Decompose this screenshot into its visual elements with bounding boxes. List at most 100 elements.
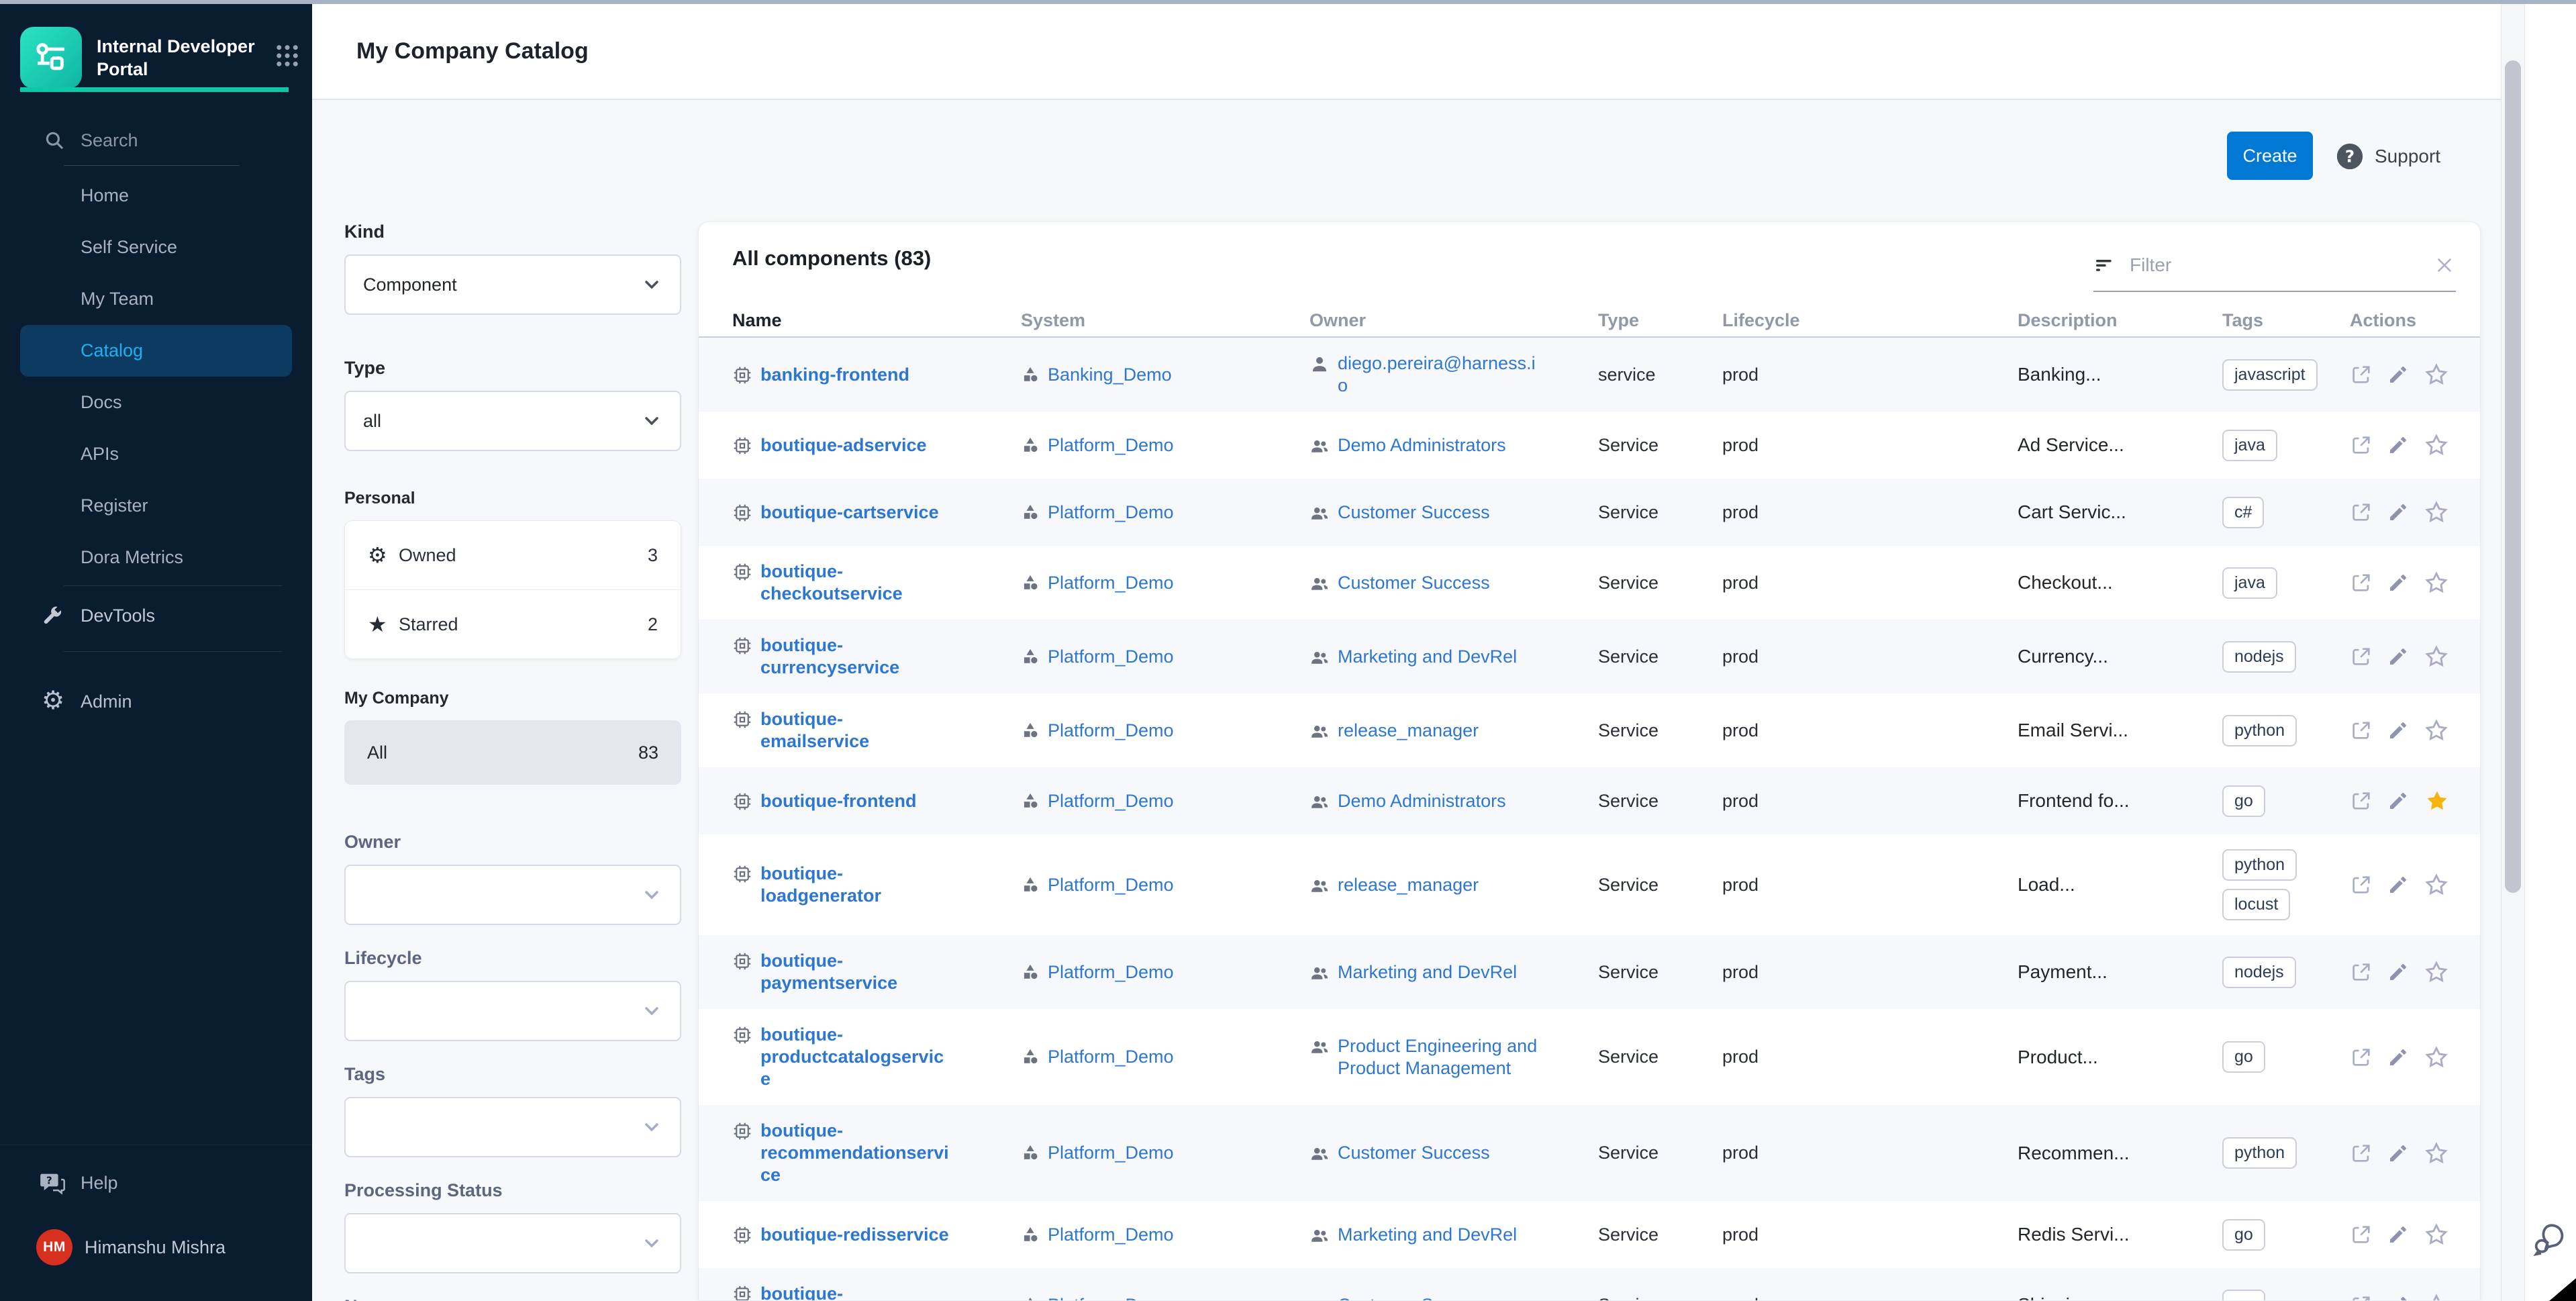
edit-pencil-icon[interactable]: [2387, 1224, 2409, 1245]
open-in-new-icon[interactable]: [2350, 1223, 2373, 1246]
app-logo[interactable]: [20, 27, 82, 89]
system-link[interactable]: Banking_Demo: [1048, 364, 1172, 386]
owner-select[interactable]: [344, 865, 681, 925]
column-header-actions[interactable]: Actions: [2350, 310, 2448, 331]
app-grid-icon[interactable]: [273, 42, 301, 70]
star-outline-icon[interactable]: [2424, 1045, 2449, 1070]
component-link[interactable]: boutique-productcatalogservice: [760, 1024, 952, 1090]
sidebar-item-catalog[interactable]: Catalog: [20, 325, 292, 377]
component-link[interactable]: boutique-redisservice: [760, 1224, 949, 1246]
edit-pencil-icon[interactable]: [2387, 720, 2409, 741]
owner-link[interactable]: release_manager: [1338, 874, 1479, 896]
open-in-new-icon[interactable]: [2350, 873, 2373, 896]
system-link[interactable]: Platform_Demo: [1048, 790, 1174, 812]
edit-pencil-icon[interactable]: [2387, 1047, 2409, 1068]
column-header-name[interactable]: Name: [732, 310, 1021, 331]
system-link[interactable]: Platform_Demo: [1048, 1142, 1174, 1164]
sidebar-item-my-team[interactable]: My Team: [0, 273, 312, 325]
open-in-new-icon[interactable]: [2350, 961, 2373, 983]
star-outline-icon[interactable]: [2424, 644, 2449, 669]
edit-pencil-icon[interactable]: [2387, 1294, 2409, 1301]
edit-pencil-icon[interactable]: [2387, 1143, 2409, 1164]
open-in-new-icon[interactable]: [2350, 789, 2373, 812]
open-in-new-icon[interactable]: [2350, 719, 2373, 742]
system-link[interactable]: Platform_Demo: [1048, 874, 1174, 896]
edit-pencil-icon[interactable]: [2387, 501, 2409, 523]
star-outline-icon[interactable]: [2424, 362, 2449, 387]
support-button[interactable]: ? Support: [2334, 141, 2440, 172]
system-link[interactable]: Platform_Demo: [1048, 434, 1174, 456]
owner-link[interactable]: Customer Success: [1338, 501, 1490, 524]
column-header-owner[interactable]: Owner: [1309, 310, 1598, 331]
owner-link[interactable]: release_manager: [1338, 720, 1479, 742]
star-outline-icon[interactable]: [2424, 718, 2449, 743]
sidebar-user[interactable]: HM Himanshu Mishra: [0, 1215, 312, 1280]
star-filled-icon[interactable]: [2424, 787, 2450, 814]
edit-pencil-icon[interactable]: [2387, 646, 2409, 667]
star-outline-icon[interactable]: [2424, 499, 2449, 525]
clear-filter-icon[interactable]: [2433, 254, 2456, 277]
processing-status-select[interactable]: [344, 1213, 681, 1273]
owner-link[interactable]: Product Engineering and Product Manageme…: [1338, 1035, 1539, 1079]
chat-bubbles-icon[interactable]: [2532, 1220, 2571, 1257]
owner-link[interactable]: diego.pereira@harness.io: [1338, 352, 1539, 397]
open-in-new-icon[interactable]: [2350, 1294, 2373, 1301]
edit-pencil-icon[interactable]: [2387, 961, 2409, 983]
sidebar-item-docs[interactable]: Docs: [0, 377, 312, 428]
component-link[interactable]: boutique-currencyservice: [760, 634, 952, 679]
sidebar-item-register[interactable]: Register: [0, 480, 312, 532]
edit-pencil-icon[interactable]: [2387, 364, 2409, 385]
system-link[interactable]: Platform_Demo: [1048, 1224, 1174, 1246]
column-header-lifecycle[interactable]: Lifecycle: [1722, 310, 2018, 331]
edit-pencil-icon[interactable]: [2387, 572, 2409, 593]
sidebar-item-help[interactable]: ? Help: [0, 1151, 312, 1215]
system-link[interactable]: Platform_Demo: [1048, 1046, 1174, 1068]
tags-select[interactable]: [344, 1097, 681, 1157]
system-link[interactable]: Platform_Demo: [1048, 961, 1174, 983]
component-link[interactable]: banking-frontend: [760, 364, 909, 386]
owner-link[interactable]: Marketing and DevRel: [1338, 961, 1517, 983]
column-header-description[interactable]: Description: [2018, 310, 2222, 331]
system-link[interactable]: Platform_Demo: [1048, 1294, 1174, 1301]
owner-link[interactable]: Demo Administrators: [1338, 790, 1506, 812]
component-link[interactable]: boutique-shippingservice: [760, 1283, 952, 1301]
type-select[interactable]: all: [344, 391, 681, 451]
system-link[interactable]: Platform_Demo: [1048, 501, 1174, 524]
component-link[interactable]: boutique-loadgenerator: [760, 863, 952, 907]
component-link[interactable]: boutique-adservice: [760, 434, 927, 456]
component-link[interactable]: boutique-checkoutservice: [760, 561, 952, 605]
personal-filter-owned[interactable]: ⚙Owned3: [345, 521, 681, 589]
scrollbar-thumb[interactable]: [2505, 60, 2521, 893]
open-in-new-icon[interactable]: [2350, 571, 2373, 594]
column-header-type[interactable]: Type: [1598, 310, 1722, 331]
component-link[interactable]: boutique-cartservice: [760, 501, 939, 524]
open-in-new-icon[interactable]: [2350, 1142, 2373, 1165]
system-link[interactable]: Platform_Demo: [1048, 646, 1174, 668]
owner-link[interactable]: Marketing and DevRel: [1338, 646, 1517, 668]
sidebar-item-home[interactable]: Home: [0, 170, 312, 222]
star-outline-icon[interactable]: [2424, 1222, 2449, 1247]
edit-pencil-icon[interactable]: [2387, 434, 2409, 456]
sidebar-item-dora-metrics[interactable]: Dora Metrics: [0, 532, 312, 583]
star-outline-icon[interactable]: [2424, 1292, 2449, 1301]
filter-input[interactable]: [2128, 254, 2433, 277]
component-link[interactable]: boutique-paymentservice: [760, 950, 952, 994]
owner-link[interactable]: Demo Administrators: [1338, 434, 1506, 456]
sidebar-item-apis[interactable]: APIs: [0, 428, 312, 480]
system-link[interactable]: Platform_Demo: [1048, 572, 1174, 594]
sidebar-search[interactable]: Search: [43, 124, 285, 157]
edit-pencil-icon[interactable]: [2387, 874, 2409, 896]
open-in-new-icon[interactable]: [2350, 363, 2373, 386]
owner-link[interactable]: Customer Success: [1338, 572, 1490, 594]
open-in-new-icon[interactable]: [2350, 434, 2373, 456]
column-header-tags[interactable]: Tags: [2222, 310, 2350, 331]
star-outline-icon[interactable]: [2424, 959, 2449, 985]
owner-link[interactable]: Customer Success: [1338, 1294, 1490, 1301]
kind-select[interactable]: Component: [344, 254, 681, 315]
lifecycle-select[interactable]: [344, 981, 681, 1041]
component-link[interactable]: boutique-recommendationservice: [760, 1120, 952, 1186]
system-link[interactable]: Platform_Demo: [1048, 720, 1174, 742]
sidebar-item-self-service[interactable]: Self Service: [0, 222, 312, 273]
column-header-system[interactable]: System: [1021, 310, 1309, 331]
star-outline-icon[interactable]: [2424, 1141, 2449, 1166]
